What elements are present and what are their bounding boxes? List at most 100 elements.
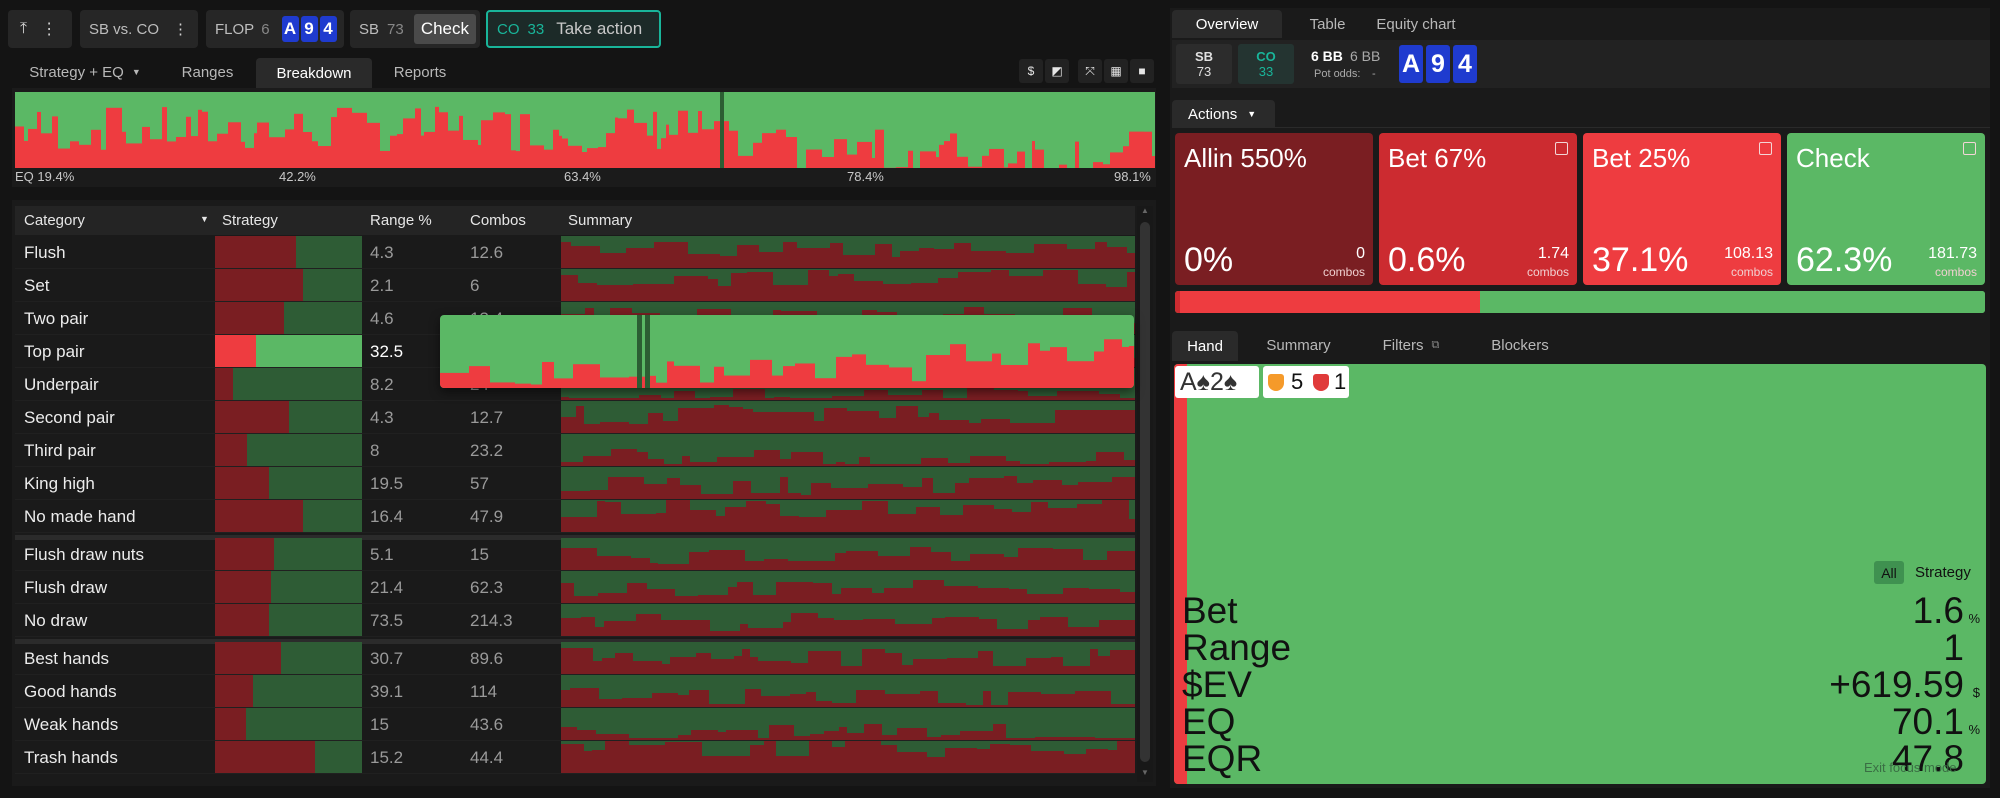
note-icon[interactable] <box>1555 142 1568 155</box>
sort-caret-icon[interactable]: ▼ <box>200 214 209 224</box>
summary-bar <box>714 405 729 433</box>
tab-table[interactable]: Table <box>1285 10 1370 38</box>
summary-bar <box>1064 754 1086 773</box>
table-row[interactable]: Weak hands 15 43.6 <box>15 708 1135 741</box>
header-range[interactable]: Range % <box>370 212 432 229</box>
tab-reports[interactable]: Reports <box>382 58 458 86</box>
summary-bar <box>711 659 734 674</box>
summary-bar <box>864 390 888 400</box>
equity-distribution-chart[interactable] <box>15 92 1155 168</box>
summary-bar <box>667 478 680 499</box>
table-row[interactable]: Second pair 4.3 12.7 <box>15 401 1135 434</box>
expand-control[interactable]: ⤒ ⋮ <box>8 10 72 48</box>
sb-pot-value: 73 <box>1196 64 1212 79</box>
co-action-chip[interactable]: CO 33 Take action <box>486 10 661 48</box>
table-row[interactable]: Best hands 30.7 89.6 <box>15 642 1135 675</box>
square-icon[interactable]: ■ <box>1130 59 1154 83</box>
tab-breakdown[interactable]: Breakdown <box>256 58 372 88</box>
tab-hand[interactable]: Hand <box>1172 331 1238 361</box>
tooltip-bar-bet <box>515 383 531 388</box>
collapse-icon[interactable]: ⤧ <box>1078 59 1102 83</box>
summary-bar <box>561 242 571 268</box>
summary-bar <box>661 620 686 636</box>
summary-bar <box>922 390 943 400</box>
tab-filters[interactable]: Filters ⧉ <box>1366 331 1456 359</box>
tab-blockers[interactable]: Blockers <box>1480 331 1560 359</box>
more-icon[interactable]: ⋮ <box>41 19 57 39</box>
table-row[interactable]: Set 2.1 6 <box>15 269 1135 302</box>
summary-bar <box>629 745 649 773</box>
toggle-all[interactable]: All <box>1874 561 1904 584</box>
scroll-up-icon[interactable]: ▲ <box>1141 206 1149 215</box>
summary-bar <box>611 449 637 466</box>
hand-stat: EQR 47.8 <box>1182 738 1982 779</box>
expand-vertical-icon[interactable]: ⤒ <box>20 20 27 38</box>
table-row[interactable]: Flush draw 21.4 62.3 <box>15 571 1135 604</box>
tooltip-bar-bet <box>1122 346 1129 388</box>
summary-bar <box>824 731 839 740</box>
summary-bar <box>731 273 747 301</box>
action-card[interactable]: Bet 67% 0.6% 1.74 combos <box>1379 133 1577 285</box>
summary-bar <box>561 417 576 433</box>
equity-bar-bet <box>228 122 241 168</box>
tab-overview[interactable]: Overview <box>1172 10 1282 38</box>
sb-action-chip[interactable]: SB 73 Check <box>350 10 480 48</box>
summary-bar <box>561 727 577 740</box>
equity-bar-bet <box>520 114 530 168</box>
summary-bar <box>843 255 875 268</box>
tab-summary[interactable]: Summary <box>1256 331 1341 359</box>
summary-bar <box>581 617 595 636</box>
table-row[interactable]: Third pair 8 23.2 <box>15 434 1135 467</box>
note-icon[interactable] <box>1963 142 1976 155</box>
equity-distribution-panel: EQ 19.4% 42.2% 63.4% 78.4% 98.1% <box>12 88 1156 187</box>
equity-bar-bet <box>198 109 202 168</box>
equity-bar-bet <box>1144 131 1152 168</box>
tooltip-bar-bet <box>815 378 836 388</box>
spot-more-icon[interactable]: ⋮ <box>173 20 188 38</box>
action-card[interactable]: Bet 25% 37.1% 108.13 combos <box>1583 133 1781 285</box>
spot-selector[interactable]: SB vs. CO ⋮ <box>80 10 198 48</box>
street-board-chip[interactable]: FLOP 6 A 9 4 <box>206 10 344 48</box>
tab-strategy-eq[interactable]: Strategy + EQ ▼ <box>15 58 155 86</box>
table-row[interactable]: King high 19.5 57 <box>15 467 1135 500</box>
table-row[interactable]: No draw 73.5 214.3 <box>15 604 1135 637</box>
sb-action-button[interactable]: Check <box>413 14 476 44</box>
action-card[interactable]: Check 62.3% 181.73 combos <box>1787 133 1985 285</box>
scroll-down-icon[interactable]: ▼ <box>1141 768 1149 777</box>
summary-bar <box>1026 658 1051 674</box>
header-strategy[interactable]: Strategy <box>222 212 278 229</box>
note-icon[interactable] <box>1759 142 1772 155</box>
toggle-strategy[interactable]: Strategy <box>1915 564 1971 581</box>
eq-axis-4: 98.1% <box>1114 169 1151 184</box>
stat-label: Range <box>1182 627 1292 668</box>
row-category: King high <box>24 474 95 493</box>
scroll-thumb[interactable] <box>1140 222 1150 762</box>
actions-dropdown[interactable]: Actions ▼ <box>1172 100 1275 128</box>
header-category[interactable]: Category <box>24 212 85 229</box>
row-summary-chart <box>561 236 1135 268</box>
header-summary[interactable]: Summary <box>568 212 632 229</box>
table-row[interactable]: Flush draw nuts 5.1 15 <box>15 538 1135 571</box>
table-row[interactable]: Flush 4.3 12.6 <box>15 236 1135 269</box>
summary-bar <box>811 483 831 499</box>
header-combos[interactable]: Combos <box>470 212 526 229</box>
exit-focus-mode[interactable]: Exit focus mode <box>1864 760 1957 775</box>
table-row[interactable]: Trash hands 15.2 44.4 <box>15 741 1135 774</box>
contrast-icon[interactable]: ◩ <box>1045 59 1069 83</box>
tooltip-bar-bet <box>469 366 490 388</box>
pot-board-card-1: A <box>1399 45 1423 83</box>
grid-icon[interactable]: ▦ <box>1104 59 1128 83</box>
tab-ranges[interactable]: Ranges <box>170 58 245 86</box>
tooltip-bar-bet <box>531 384 542 388</box>
copy-icon[interactable]: ⧉ <box>1431 339 1439 352</box>
table-row[interactable]: Good hands 39.1 114 <box>15 675 1135 708</box>
summary-bar <box>561 648 593 674</box>
take-action-button[interactable]: Take action <box>556 19 642 39</box>
summary-bar <box>862 501 888 532</box>
summary-bar <box>791 613 818 636</box>
table-row[interactable]: No made hand 16.4 47.9 <box>15 500 1135 533</box>
tab-equity-chart[interactable]: Equity chart <box>1372 10 1460 38</box>
action-card[interactable]: Allin 550% 0% 0 combos <box>1175 133 1373 285</box>
dollar-icon[interactable]: $ <box>1019 59 1043 83</box>
table-scrollbar[interactable]: ▲ ▼ <box>1137 206 1153 782</box>
